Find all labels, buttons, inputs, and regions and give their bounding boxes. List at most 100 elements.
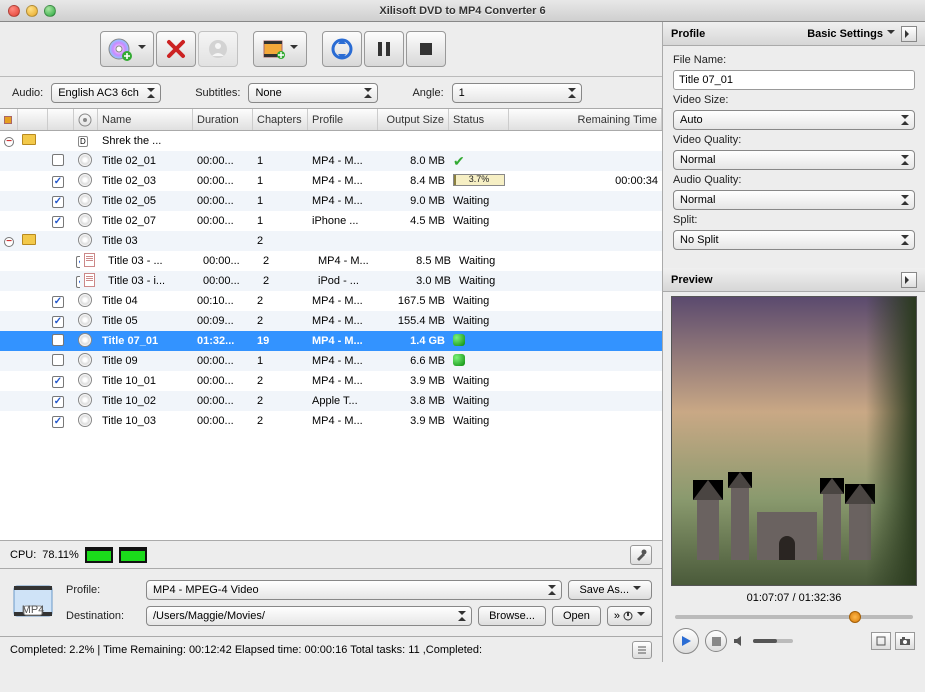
row-checkbox[interactable] — [52, 176, 64, 188]
output-column[interactable]: Output Size — [378, 109, 449, 130]
column-headers[interactable]: Name Duration Chapters Profile Output Si… — [0, 109, 662, 131]
open-button[interactable]: Open — [552, 606, 601, 626]
table-row[interactable]: −DShrek the ... — [0, 131, 662, 151]
row-status: 3.7% — [449, 174, 509, 189]
row-profile: MP4 - M... — [308, 355, 378, 367]
row-checkbox[interactable] — [52, 216, 64, 228]
profile-column[interactable]: Profile — [308, 109, 378, 130]
row-checkbox[interactable] — [52, 196, 64, 208]
subtitles-label: Subtitles: — [195, 87, 240, 99]
table-row[interactable]: Title 10_0200:00...2Apple T...3.8 MBWait… — [0, 391, 662, 411]
table-row[interactable]: Title 07_0101:32...19MP4 - M...1.4 GB — [0, 331, 662, 351]
table-row[interactable]: Title 02_0300:00...1MP4 - M...8.4 MB3.7%… — [0, 171, 662, 191]
disc-icon — [78, 413, 92, 427]
stop-preview-button[interactable] — [705, 630, 727, 652]
table-row[interactable]: Title 0500:09...2MP4 - M...155.4 MBWaiti… — [0, 311, 662, 331]
profile-expand-button[interactable] — [901, 26, 917, 42]
row-checkbox[interactable] — [52, 416, 64, 428]
table-row[interactable]: Title 10_0300:00...2MP4 - M...3.9 MBWait… — [0, 411, 662, 431]
table-row[interactable]: Title 0900:00...1MP4 - M...6.6 MB — [0, 351, 662, 371]
convert-button[interactable] — [322, 31, 362, 67]
row-profile: MP4 - M... — [308, 295, 378, 307]
subtitles-select[interactable]: None — [248, 83, 378, 103]
snapshot-button[interactable] — [895, 632, 915, 650]
row-profile: MP4 - M... — [308, 315, 378, 327]
row-output: 8.4 MB — [378, 175, 449, 187]
expand-toggle[interactable]: − — [4, 137, 14, 147]
split-select[interactable]: No Split — [673, 230, 915, 250]
table-row[interactable]: Title 03 - ...00:00...2MP4 - M...8.5 MBW… — [0, 251, 662, 271]
table-row[interactable]: Title 0400:10...2MP4 - M...167.5 MBWaiti… — [0, 291, 662, 311]
remaining-column[interactable]: Remaining Time — [509, 109, 662, 130]
chapters-column[interactable]: Chapters — [253, 109, 308, 130]
videosize-label: Video Size: — [673, 94, 915, 106]
settings-button[interactable] — [630, 545, 652, 565]
log-button[interactable] — [632, 641, 652, 659]
filename-input[interactable]: Title 07_01 — [673, 70, 915, 90]
name-column[interactable]: Name — [98, 109, 193, 130]
angle-select[interactable]: 1 — [452, 83, 582, 103]
row-chapters: 2 — [253, 295, 308, 307]
filename-label: File Name: — [673, 54, 915, 66]
profile-panel-header: Profile Basic Settings — [663, 22, 925, 46]
preview-slider[interactable] — [675, 610, 913, 624]
row-profile: iPod - ... — [314, 275, 384, 287]
clip-button[interactable] — [253, 31, 307, 67]
table-row[interactable]: Title 02_0100:00...1MP4 - M...8.0 MB✔ — [0, 151, 662, 171]
profile-select[interactable]: MP4 - MPEG-4 Video — [146, 580, 562, 600]
cpu-bar: CPU:78.11% — [0, 540, 662, 568]
preview-video[interactable] — [671, 296, 917, 586]
audioquality-select[interactable]: Normal — [673, 190, 915, 210]
row-status — [449, 354, 509, 369]
row-chapters: 2 — [253, 395, 308, 407]
row-profile: MP4 - M... — [308, 175, 378, 187]
fullscreen-button[interactable] — [871, 632, 891, 650]
row-checkbox[interactable] — [52, 334, 64, 346]
browse-button[interactable]: Browse... — [478, 606, 546, 626]
videoquality-select[interactable]: Normal — [673, 150, 915, 170]
table-row[interactable]: −Title 032 — [0, 231, 662, 251]
row-checkbox[interactable] — [52, 316, 64, 328]
preview-expand-button[interactable] — [901, 272, 917, 288]
row-output: 3.8 MB — [378, 395, 449, 407]
row-chapters: 1 — [253, 355, 308, 367]
expand-toggle[interactable]: − — [4, 237, 14, 247]
row-chapters: 19 — [253, 335, 308, 347]
table-row[interactable]: Title 02_0700:00...1iPhone ...4.5 MBWait… — [0, 211, 662, 231]
row-duration: 00:00... — [193, 355, 253, 367]
remove-button[interactable] — [156, 31, 196, 67]
select-all-icon[interactable] — [4, 116, 12, 124]
row-chapters: 2 — [253, 415, 308, 427]
row-status: Waiting — [455, 255, 515, 267]
destination-select[interactable]: /Users/Maggie/Movies/ — [146, 606, 472, 626]
file-list[interactable]: −DShrek the ...Title 02_0100:00...1MP4 -… — [0, 131, 662, 540]
pause-button[interactable] — [364, 31, 404, 67]
table-row[interactable]: Title 03 - i...00:00...2iPod - ...3.0 MB… — [0, 271, 662, 291]
row-name: Title 05 — [98, 315, 193, 327]
row-duration: 00:10... — [193, 295, 253, 307]
row-checkbox[interactable] — [52, 376, 64, 388]
play-button[interactable] — [673, 628, 699, 654]
row-checkbox[interactable] — [52, 354, 64, 366]
audio-select[interactable]: English AC3 6ch — [51, 83, 161, 103]
volume-icon[interactable] — [733, 634, 747, 648]
status-column[interactable]: Status — [449, 109, 509, 130]
disc-icon — [78, 153, 92, 167]
table-row[interactable]: Title 02_0500:00...1MP4 - M...9.0 MBWait… — [0, 191, 662, 211]
save-as-button[interactable]: Save As... — [568, 580, 652, 600]
basic-settings-select[interactable]: Basic Settings — [807, 28, 895, 40]
table-row[interactable]: Title 10_0100:00...2MP4 - M...3.9 MBWait… — [0, 371, 662, 391]
disc-icon — [78, 313, 92, 327]
row-checkbox[interactable] — [52, 296, 64, 308]
row-checkbox[interactable] — [52, 154, 64, 166]
row-chapters: 1 — [253, 175, 308, 187]
volume-slider[interactable] — [753, 639, 793, 643]
stop-button[interactable] — [406, 31, 446, 67]
post-action-button[interactable]: » — [607, 606, 652, 626]
duration-column[interactable]: Duration — [193, 109, 253, 130]
videosize-select[interactable]: Auto — [673, 110, 915, 130]
row-output: 167.5 MB — [378, 295, 449, 307]
add-disc-button[interactable] — [100, 31, 154, 67]
row-name: Title 10_01 — [98, 375, 193, 387]
row-checkbox[interactable] — [52, 396, 64, 408]
